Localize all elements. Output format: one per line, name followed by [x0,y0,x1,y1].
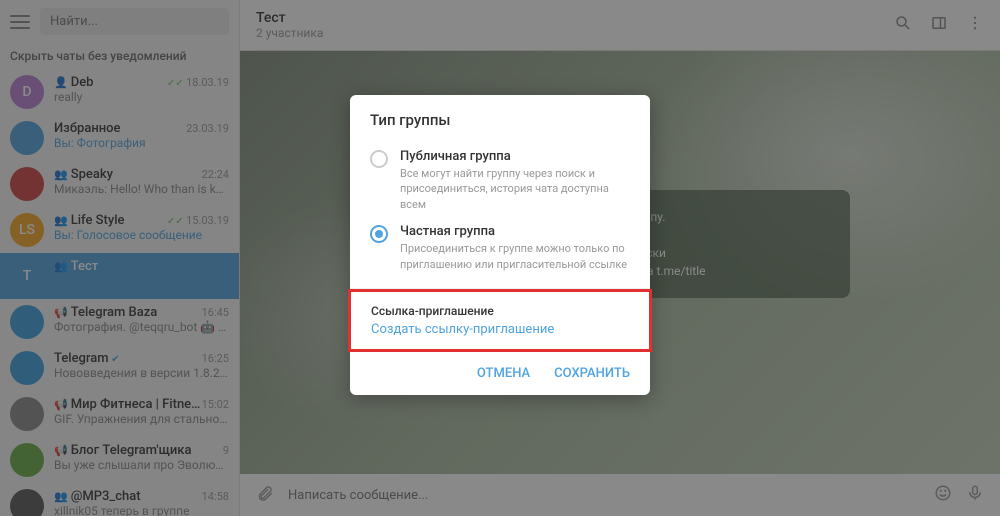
create-invite-link[interactable]: Создать ссылку-приглашение [371,322,629,337]
radio-circle [370,150,388,168]
group-type-dialog: Тип группы Публичная группа Все могут най… [350,95,650,395]
invite-link-section: Ссылка-приглашение Создать ссылку-пригла… [348,289,652,352]
radio-label: Публичная группа [400,149,630,164]
invite-title: Ссылка-приглашение [371,304,629,318]
radio-label: Частная группа [400,224,630,239]
cancel-button[interactable]: ОТМЕНА [477,366,530,381]
save-button[interactable]: СОХРАНИТЬ [554,366,630,381]
radio-circle [370,225,388,243]
radio-option[interactable]: Частная группа Присоединиться к группе мо… [370,218,630,278]
dialog-title: Тип группы [350,95,650,139]
radio-option[interactable]: Публичная группа Все могут найти группу ч… [370,143,630,218]
radio-description: Присоединиться к группе можно только по … [400,241,630,272]
radio-description: Все могут найти группу через поиск и при… [400,166,630,212]
